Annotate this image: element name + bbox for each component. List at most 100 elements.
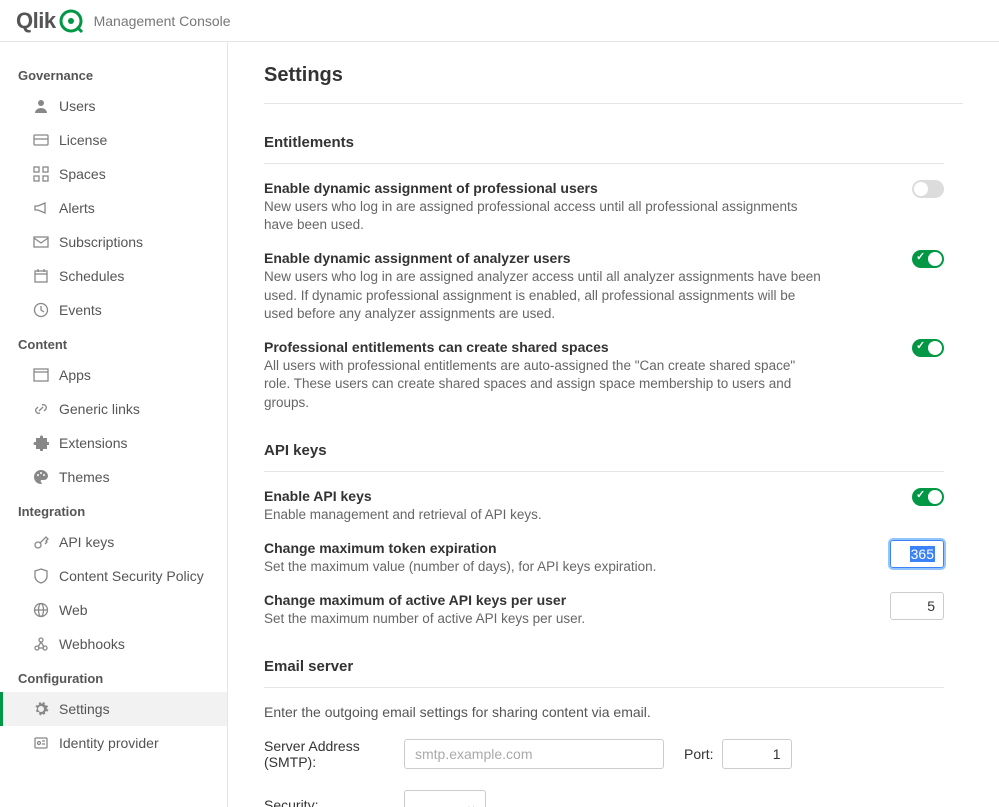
email-intro: Enter the outgoing email settings for sh…	[264, 688, 944, 728]
sidebar-item-alerts[interactable]: Alerts	[0, 191, 227, 225]
sidebar-item-label: Extensions	[59, 435, 127, 451]
max-expiration-row: Change maximum token expiration Set the …	[264, 524, 944, 576]
sidebar-item-label: Spaces	[59, 166, 106, 182]
badge-icon	[33, 735, 49, 751]
security-row: Security: ⌄	[264, 780, 944, 807]
sidebar-item-label: Content Security Policy	[59, 568, 204, 584]
logo-text: Qlik	[16, 8, 56, 34]
card-icon	[33, 132, 49, 148]
prof-shared-desc: All users with professional entitlements…	[264, 357, 824, 412]
sidebar-item-label: License	[59, 132, 107, 148]
dyn-prof-row: Enable dynamic assignment of professiona…	[264, 164, 944, 234]
nav-section-configuration: Configuration	[0, 661, 227, 692]
nav-section-integration: Integration	[0, 494, 227, 525]
dyn-prof-toggle[interactable]	[912, 180, 944, 198]
sidebar-item-label: Generic links	[59, 401, 140, 417]
sidebar-item-api-keys[interactable]: API keys	[0, 525, 227, 559]
sidebar-item-csp[interactable]: Content Security Policy	[0, 559, 227, 593]
main-content: Settings Entitlements Enable dynamic ass…	[228, 42, 999, 807]
sidebar-item-label: Users	[59, 98, 96, 114]
grid-icon	[33, 166, 49, 182]
sidebar-item-license[interactable]: License	[0, 123, 227, 157]
globe-icon	[33, 602, 49, 618]
sidebar-item-settings[interactable]: Settings	[0, 692, 227, 726]
smtp-input[interactable]	[404, 739, 664, 769]
apikeys-title: API keys	[264, 442, 944, 472]
dyn-prof-name: Enable dynamic assignment of professiona…	[264, 180, 824, 196]
sidebar-item-apps[interactable]: Apps	[0, 358, 227, 392]
sidebar-item-label: Alerts	[59, 200, 95, 216]
sidebar-item-label: Events	[59, 302, 102, 318]
key-icon	[33, 534, 49, 550]
enable-api-keys-desc: Enable management and retrieval of API k…	[264, 506, 542, 524]
sidebar-item-idp[interactable]: Identity provider	[0, 726, 227, 760]
nav-section-governance: Governance	[0, 58, 227, 89]
sidebar-item-label: Web	[59, 602, 88, 618]
sidebar-item-label: Subscriptions	[59, 234, 143, 250]
megaphone-icon	[33, 200, 49, 216]
prof-shared-toggle[interactable]	[912, 339, 944, 357]
sidebar-item-extensions[interactable]: Extensions	[0, 426, 227, 460]
page-title: Settings	[264, 42, 963, 104]
sidebar-item-label: API keys	[59, 534, 114, 550]
port-input[interactable]	[722, 739, 792, 769]
prof-shared-row: Professional entitlements can create sha…	[264, 323, 944, 412]
link-icon	[33, 401, 49, 417]
sidebar-item-label: Webhooks	[59, 636, 125, 652]
max-expiration-name: Change maximum token expiration	[264, 540, 656, 556]
sidebar-item-label: Settings	[59, 701, 110, 717]
sidebar-item-label: Themes	[59, 469, 110, 485]
nav-section-content: Content	[0, 327, 227, 358]
dyn-analyzer-desc: New users who log in are assigned analyz…	[264, 268, 824, 323]
shield-icon	[33, 568, 49, 584]
sidebar-item-webhooks[interactable]: Webhooks	[0, 627, 227, 661]
dyn-analyzer-name: Enable dynamic assignment of analyzer us…	[264, 250, 824, 266]
sidebar-item-users[interactable]: Users	[0, 89, 227, 123]
sidebar-item-label: Schedules	[59, 268, 124, 284]
enable-api-keys-toggle[interactable]	[912, 488, 944, 506]
max-expiration-input[interactable]: 365	[890, 540, 944, 568]
gear-icon	[33, 701, 49, 717]
smtp-row: Server Address (SMTP): Port:	[264, 728, 944, 780]
sidebar-item-web[interactable]: Web	[0, 593, 227, 627]
sidebar-item-subscriptions[interactable]: Subscriptions	[0, 225, 227, 259]
window-icon	[33, 367, 49, 383]
smtp-label: Server Address (SMTP):	[264, 738, 404, 770]
entitlements-title: Entitlements	[264, 134, 944, 164]
sidebar-item-label: Identity provider	[59, 735, 159, 751]
sidebar: Governance Users License Spaces Alerts Subscr…	[0, 42, 228, 807]
prof-shared-name: Professional entitlements can create sha…	[264, 339, 824, 355]
port-label: Port:	[684, 746, 714, 762]
email-section: Email server Enter the outgoing email se…	[264, 628, 944, 807]
logo: Qlik	[16, 8, 84, 34]
enable-api-keys-row: Enable API keys Enable management and re…	[264, 472, 944, 524]
max-expiration-desc: Set the maximum value (number of days), …	[264, 558, 656, 576]
dyn-analyzer-toggle[interactable]	[912, 250, 944, 268]
webhook-icon	[33, 636, 49, 652]
header: Qlik Management Console	[0, 0, 999, 42]
sidebar-item-events[interactable]: Events	[0, 293, 227, 327]
sidebar-item-spaces[interactable]: Spaces	[0, 157, 227, 191]
user-icon	[33, 98, 49, 114]
email-title: Email server	[264, 658, 944, 688]
max-active-row: Change maximum of active API keys per us…	[264, 576, 944, 628]
dyn-prof-desc: New users who log in are assigned profes…	[264, 198, 824, 234]
logo-q-icon	[58, 8, 84, 34]
enable-api-keys-name: Enable API keys	[264, 488, 542, 504]
max-active-desc: Set the maximum number of active API key…	[264, 610, 585, 628]
dyn-analyzer-row: Enable dynamic assignment of analyzer us…	[264, 234, 944, 323]
entitlements-section: Entitlements Enable dynamic assignment o…	[264, 104, 944, 412]
sidebar-item-themes[interactable]: Themes	[0, 460, 227, 494]
puzzle-icon	[33, 435, 49, 451]
app-title: Management Console	[94, 13, 231, 29]
sidebar-item-generic-links[interactable]: Generic links	[0, 392, 227, 426]
calendar-icon	[33, 268, 49, 284]
security-select[interactable]: ⌄	[404, 790, 486, 807]
max-active-name: Change maximum of active API keys per us…	[264, 592, 585, 608]
palette-icon	[33, 469, 49, 485]
security-label: Security:	[264, 797, 404, 807]
clock-icon	[33, 302, 49, 318]
sidebar-item-schedules[interactable]: Schedules	[0, 259, 227, 293]
mail-icon	[33, 234, 49, 250]
max-active-input[interactable]	[890, 592, 944, 620]
